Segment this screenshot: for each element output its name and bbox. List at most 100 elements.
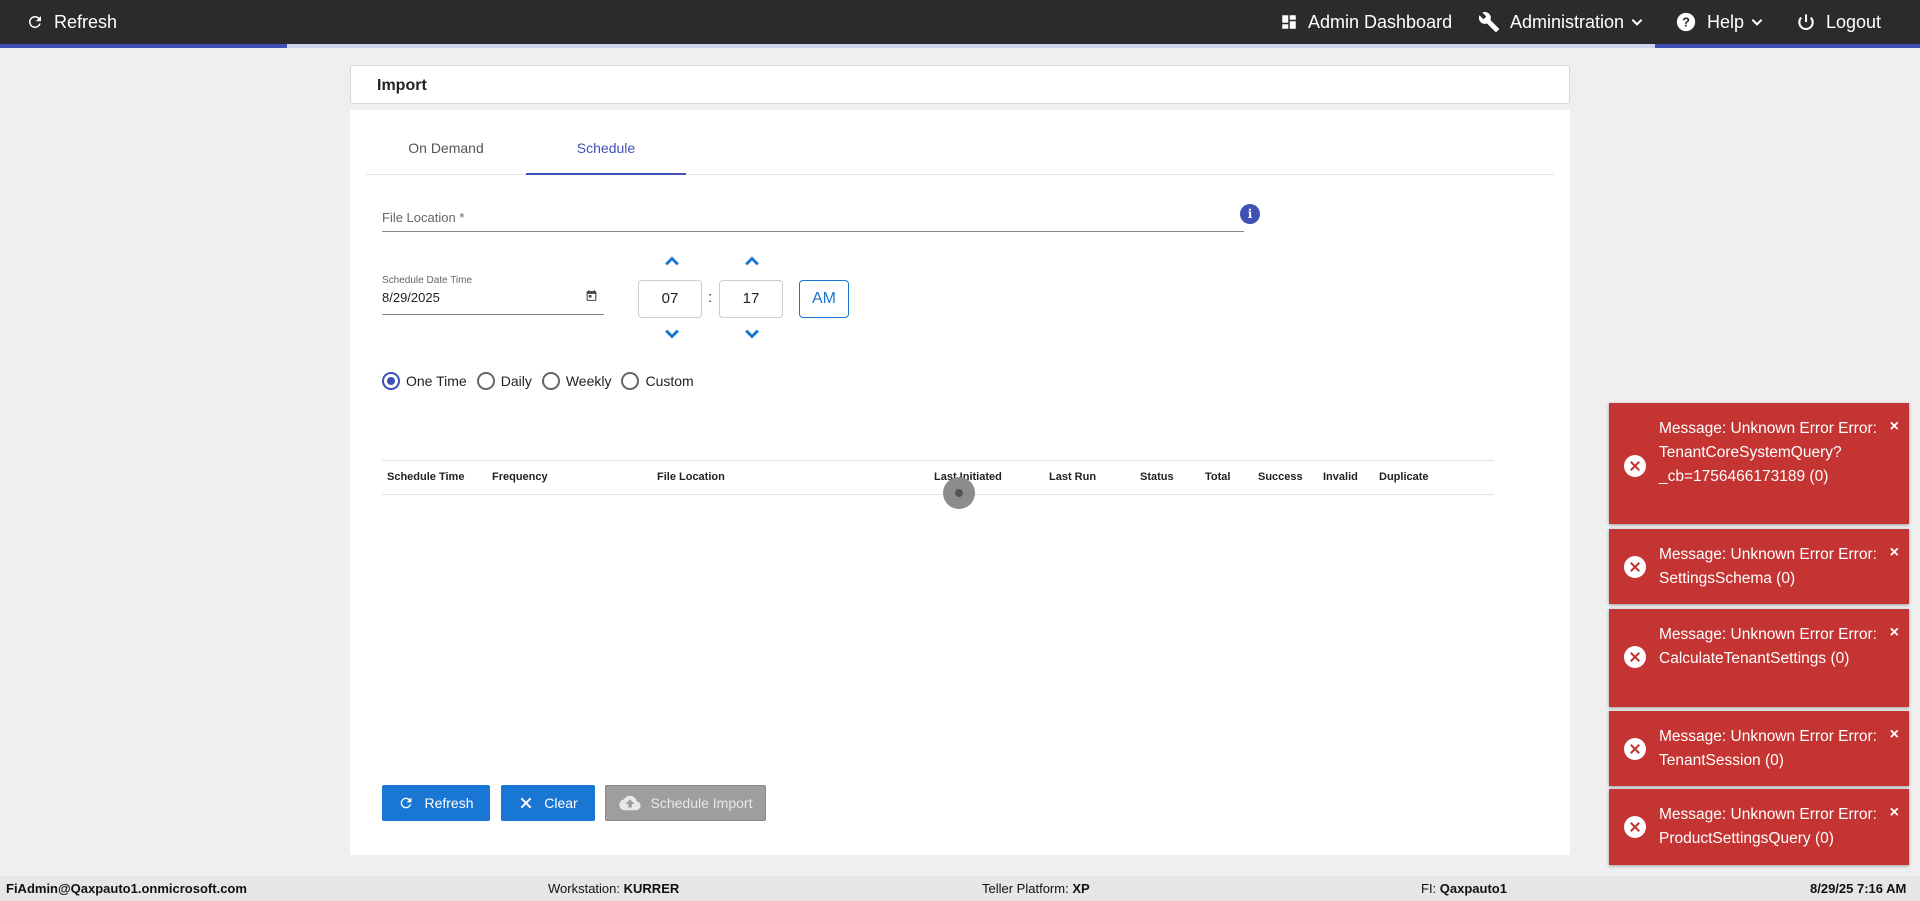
column-header-duplicate[interactable]: Duplicate	[1379, 471, 1429, 483]
column-header-success[interactable]: Success	[1258, 471, 1303, 483]
status-user: FiAdmin@Qaxpauto1.onmicrosoft.com	[6, 881, 247, 896]
status-datetime: 8/29/25 7:16 AM	[1810, 881, 1906, 896]
ampm-toggle[interactable]: AM	[799, 280, 849, 318]
dashboard-icon	[1282, 15, 1296, 29]
hour-increment-icon[interactable]	[662, 253, 682, 269]
clear-button[interactable]: Clear	[501, 785, 595, 821]
top-navbar: Refresh Admin Dashboard Administration ?…	[0, 0, 1920, 44]
refresh-icon	[401, 797, 412, 809]
radio-circle	[621, 372, 640, 390]
schedule-table-header: Schedule Time Frequency File Location La…	[382, 460, 1494, 495]
help-label: Help	[1707, 11, 1745, 32]
radio-label: Daily	[500, 373, 532, 389]
error-toast: Message: Unknown Error Error: ProductSet…	[1609, 789, 1909, 865]
toast-close-button[interactable]: ×	[1890, 541, 1899, 565]
radio-daily[interactable]: Daily	[476, 372, 532, 390]
page-header: Import	[350, 65, 1570, 104]
radio-circle	[541, 372, 560, 390]
admin-dashboard-link[interactable]: Admin Dashboard	[1280, 0, 1452, 44]
import-card: On Demand Schedule File Location * i Sch…	[350, 110, 1570, 855]
radio-weekly[interactable]: Weekly	[541, 372, 612, 390]
minute-input[interactable]: 17	[719, 280, 783, 318]
radio-one-time[interactable]: One Time	[382, 372, 467, 390]
error-toast: Message: Unknown Error Error: SettingsSc…	[1609, 529, 1909, 604]
column-header-invalid[interactable]: Invalid	[1323, 471, 1358, 483]
schedule-date-label: Schedule Date Time	[382, 275, 473, 286]
status-fi-value: Qaxpauto1	[1439, 881, 1507, 896]
toast-close-button[interactable]: ×	[1890, 415, 1899, 439]
error-toast: Message: Unknown Error Error: TenantCore…	[1609, 403, 1909, 524]
clear-button-label: Clear	[544, 795, 578, 811]
column-header-schedule-time[interactable]: Schedule Time	[387, 471, 464, 483]
loading-spinner	[943, 477, 975, 509]
error-icon	[1624, 816, 1646, 838]
status-fi: FI: Qaxpauto1	[1421, 881, 1507, 896]
page-title: Import	[377, 77, 427, 94]
close-icon	[520, 797, 532, 809]
administration-menu[interactable]: Administration	[1478, 0, 1644, 44]
refresh-button-label: Refresh	[424, 795, 474, 811]
status-workstation: Workstation: KURRER	[548, 881, 679, 896]
refresh-nav-button[interactable]: Refresh	[26, 0, 117, 44]
tab-on-demand[interactable]: On Demand	[366, 135, 526, 175]
status-platform-label: Teller Platform:	[982, 881, 1069, 896]
column-header-frequency[interactable]: Frequency	[492, 471, 548, 483]
schedule-import-button[interactable]: Schedule Import	[605, 785, 766, 821]
status-bar: FiAdmin@Qaxpauto1.onmicrosoft.com Workst…	[0, 876, 1920, 901]
status-user-value: FiAdmin@Qaxpauto1.onmicrosoft.com	[6, 881, 247, 896]
status-datetime-value: 8/29/25 7:16 AM	[1810, 881, 1907, 896]
power-icon	[1798, 14, 1814, 30]
hour-input[interactable]: 07	[638, 280, 702, 318]
status-fi-label: FI:	[1421, 881, 1437, 896]
help-icon: ?	[1676, 12, 1696, 32]
radio-circle	[476, 372, 495, 390]
radio-label: Custom	[645, 373, 694, 389]
chevron-down-icon	[1631, 18, 1643, 26]
hour-decrement-icon[interactable]	[662, 326, 682, 342]
toast-message: Message: Unknown Error Error: ProductSet…	[1659, 806, 1877, 847]
column-header-file-location[interactable]: File Location	[657, 471, 725, 483]
error-icon	[1624, 556, 1646, 578]
refresh-nav-label: Refresh	[54, 11, 118, 32]
status-platform: Teller Platform: XP	[982, 881, 1090, 896]
radio-label: Weekly	[565, 373, 612, 389]
schedule-date-field[interactable]: Schedule Date Time 8/29/2025	[382, 273, 604, 315]
logout-label: Logout	[1826, 11, 1882, 32]
refresh-button[interactable]: Refresh	[382, 785, 490, 821]
topbar-accent-track	[287, 44, 1655, 48]
radio-custom[interactable]: Custom	[621, 372, 694, 390]
time-separator: :	[708, 289, 713, 306]
radio-circle	[382, 372, 400, 390]
topbar-accent	[1655, 44, 1920, 48]
error-icon	[1624, 455, 1646, 477]
administration-label: Administration	[1510, 11, 1625, 32]
column-header-last-run[interactable]: Last Run	[1049, 471, 1096, 483]
refresh-icon	[28, 15, 41, 28]
error-icon	[1624, 738, 1646, 760]
tab-bar: On Demand Schedule	[366, 135, 1554, 175]
minute-increment-icon[interactable]	[742, 253, 762, 269]
tab-schedule[interactable]: Schedule	[526, 135, 686, 175]
toast-close-button[interactable]: ×	[1890, 621, 1899, 645]
status-platform-value: XP	[1072, 881, 1090, 896]
topbar-accent	[0, 44, 287, 48]
column-header-status[interactable]: Status	[1140, 471, 1174, 483]
toast-message: Message: Unknown Error Error: TenantCore…	[1659, 420, 1877, 485]
logout-button[interactable]: Logout	[1796, 0, 1881, 44]
file-location-field[interactable]: File Location *	[382, 202, 1244, 232]
wrench-icon	[1478, 12, 1500, 33]
toast-message: Message: Unknown Error Error: CalculateT…	[1659, 626, 1877, 667]
error-icon	[1624, 646, 1646, 668]
toast-message: Message: Unknown Error Error: SettingsSc…	[1659, 546, 1877, 587]
cloud-upload-icon	[618, 795, 641, 811]
help-menu[interactable]: ? Help	[1675, 0, 1764, 44]
status-workstation-value: KURRER	[623, 881, 680, 896]
column-header-total[interactable]: Total	[1205, 471, 1230, 483]
schedule-import-label: Schedule Import	[650, 795, 753, 811]
toast-close-button[interactable]: ×	[1890, 801, 1899, 825]
toast-close-button[interactable]: ×	[1890, 723, 1899, 747]
radio-label: One Time	[406, 373, 467, 389]
minute-decrement-icon[interactable]	[742, 326, 762, 342]
info-icon[interactable]: i	[1240, 204, 1260, 224]
calendar-icon[interactable]	[585, 289, 598, 302]
